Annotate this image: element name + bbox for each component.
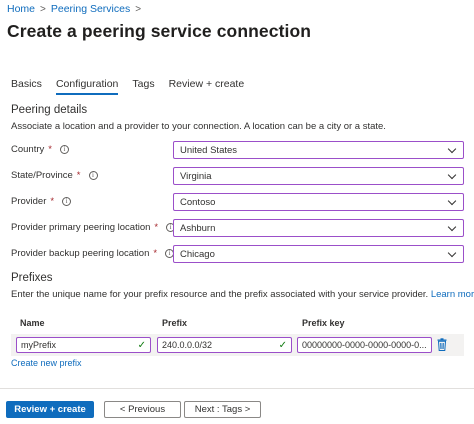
breadcrumb-peering-services-link[interactable]: Peering Services: [51, 3, 130, 15]
prefixes-title: Prefixes: [11, 272, 53, 284]
state-province-dropdown[interactable]: Virginia: [173, 167, 464, 185]
prefixes-description: Enter the unique name for your prefix re…: [11, 289, 474, 300]
provider-label: Provider * i: [11, 196, 72, 207]
delete-trash-icon[interactable]: [437, 338, 447, 351]
column-header-prefix-key: Prefix key: [302, 318, 345, 328]
primary-peering-location-value: Ashburn: [180, 222, 216, 234]
chevron-down-icon: [447, 222, 457, 231]
page-title: Create a peering service connection: [7, 21, 312, 41]
primary-peering-location-dropdown[interactable]: Ashburn: [173, 219, 464, 237]
chevron-down-icon: [447, 248, 457, 257]
previous-button[interactable]: < Previous: [104, 401, 181, 418]
footer-divider: [0, 388, 474, 389]
breadcrumb-home-link[interactable]: Home: [7, 3, 35, 15]
next-tags-button[interactable]: Next : Tags >: [184, 401, 261, 418]
country-label: Country * i: [11, 144, 69, 155]
column-header-name: Name: [20, 318, 45, 328]
breadcrumb-separator-icon: >: [135, 3, 142, 15]
checkmark-icon: ✓: [137, 339, 146, 351]
provider-value: Contoso: [180, 196, 216, 208]
create-new-prefix-link[interactable]: Create new prefix: [11, 358, 82, 368]
country-dropdown[interactable]: United States: [173, 141, 464, 159]
required-indicator: *: [76, 170, 81, 181]
required-indicator: *: [154, 222, 159, 233]
state-province-value: Virginia: [180, 170, 212, 182]
prefix-key-input[interactable]: 00000000-0000-0000-0000-0...✓: [297, 337, 432, 353]
info-icon[interactable]: i: [59, 145, 69, 154]
chevron-down-icon: [447, 170, 457, 179]
checkmark-icon: ✓: [278, 339, 287, 351]
backup-peering-location-value: Chicago: [180, 248, 215, 260]
required-indicator: *: [153, 248, 158, 259]
learn-more-link[interactable]: Learn more: [431, 289, 474, 300]
country-value: United States: [180, 144, 238, 156]
peering-details-title: Peering details: [11, 104, 88, 116]
backup-peering-location-label: Provider backup peering location * i: [11, 248, 175, 259]
review-create-button[interactable]: Review + create: [6, 401, 94, 418]
prefix-name-input[interactable]: myPrefix ✓: [16, 337, 151, 353]
tab-review-create[interactable]: Review + create: [169, 78, 245, 95]
info-icon[interactable]: i: [62, 197, 72, 206]
checkmark-icon: ✓: [430, 340, 431, 351]
breadcrumb-separator-icon: >: [40, 3, 46, 15]
state-province-label: State/Province * i: [11, 170, 98, 181]
info-icon[interactable]: i: [88, 171, 98, 180]
breadcrumb: Home > Peering Services >: [7, 3, 141, 15]
chevron-down-icon: [447, 144, 457, 153]
backup-peering-location-dropdown[interactable]: Chicago: [173, 245, 464, 263]
column-header-prefix: Prefix: [162, 318, 188, 328]
primary-peering-location-label: Provider primary peering location * i: [11, 222, 176, 233]
peering-details-description: Associate a location and a provider to y…: [11, 121, 386, 132]
chevron-down-icon: [447, 196, 457, 205]
provider-dropdown[interactable]: Contoso: [173, 193, 464, 211]
tab-configuration[interactable]: Configuration: [55, 78, 119, 95]
required-indicator: *: [50, 196, 55, 207]
prefix-input[interactable]: 240.0.0.0/32 ✓: [157, 337, 292, 353]
required-indicator: *: [48, 144, 52, 155]
more-options-icon[interactable]: ···: [276, 24, 290, 36]
tab-basics[interactable]: Basics: [11, 78, 42, 95]
tab-tags[interactable]: Tags: [132, 78, 154, 95]
tab-bar: Basics Configuration Tags Review + creat…: [11, 78, 258, 95]
